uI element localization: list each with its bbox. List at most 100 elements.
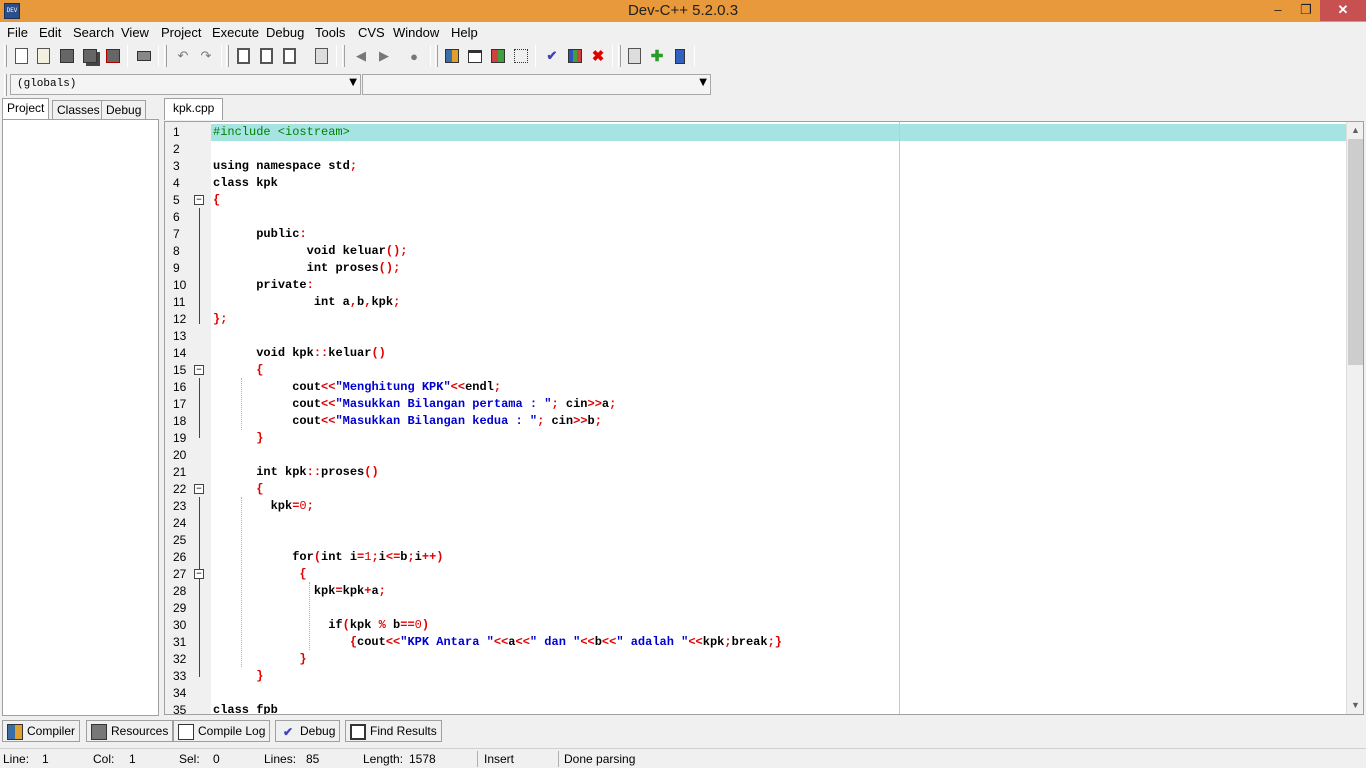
- menu-cvs[interactable]: CVS: [358, 25, 385, 40]
- code-line[interactable]: #include <iostream>: [213, 124, 350, 141]
- code-line[interactable]: class kpk: [213, 175, 278, 192]
- indent-icon[interactable]: ▶: [374, 46, 394, 66]
- code-line[interactable]: kpk=0;: [213, 498, 314, 515]
- open-file-icon[interactable]: [33, 46, 53, 66]
- menu-view[interactable]: View: [121, 25, 149, 40]
- toolbar-grip[interactable]: [164, 45, 167, 67]
- run-icon[interactable]: [565, 46, 585, 66]
- vertical-scrollbar[interactable]: ▲ ▼: [1346, 122, 1363, 714]
- toolbar-grip[interactable]: [435, 45, 438, 67]
- code-line[interactable]: if(kpk % b==0): [213, 617, 429, 634]
- fold-toggle-icon[interactable]: −: [194, 569, 204, 579]
- code-line[interactable]: {: [213, 481, 263, 498]
- fold-toggle-icon[interactable]: −: [194, 365, 204, 375]
- toolbar-grip[interactable]: [226, 45, 229, 67]
- menu-edit[interactable]: Edit: [39, 25, 61, 40]
- code-line[interactable]: };: [213, 311, 227, 328]
- delete-icon[interactable]: ✖: [588, 46, 608, 66]
- tab-find-results[interactable]: Find Results: [345, 720, 442, 742]
- scroll-down-icon[interactable]: ▼: [1347, 697, 1363, 714]
- toolbar-grip[interactable]: [618, 45, 621, 67]
- tab-kpk-cpp[interactable]: kpk.cpp: [164, 98, 224, 120]
- status-mode: Insert: [484, 752, 515, 766]
- scope-combo[interactable]: (globals) ▼: [10, 74, 361, 95]
- redo-icon[interactable]: ↷: [196, 46, 216, 66]
- tab-project[interactable]: Project: [2, 98, 50, 120]
- menu-search[interactable]: Search: [73, 25, 114, 40]
- scroll-thumb[interactable]: [1348, 139, 1363, 365]
- tab-classes[interactable]: Classes: [52, 100, 105, 120]
- close-button[interactable]: ✕: [1320, 0, 1366, 21]
- menu-window[interactable]: Window: [393, 25, 439, 40]
- menu-project[interactable]: Project: [161, 25, 201, 40]
- menu-execute[interactable]: Execute: [212, 25, 259, 40]
- toolbar-grip[interactable]: [342, 45, 345, 67]
- code-line[interactable]: {cout<<"KPK Antara "<<a<<" dan "<<b<<" a…: [213, 634, 782, 651]
- menu-file[interactable]: File: [7, 25, 28, 40]
- add-file-icon[interactable]: ✚: [647, 46, 667, 66]
- print-icon[interactable]: [134, 46, 154, 66]
- tab-compiler[interactable]: Compiler: [2, 720, 81, 742]
- code-line[interactable]: }: [213, 668, 263, 685]
- compile-icon[interactable]: ✔: [542, 46, 562, 66]
- toggle-comment-icon[interactable]: ●: [404, 46, 424, 66]
- tab-debug-output[interactable]: ✔ Debug: [275, 720, 341, 742]
- code-line[interactable]: }: [213, 430, 263, 447]
- new-project-icon[interactable]: [442, 46, 462, 66]
- new-file-icon[interactable]: [11, 46, 31, 66]
- save-all-icon[interactable]: [80, 46, 100, 66]
- undo-icon[interactable]: ↶: [173, 46, 193, 66]
- code-line[interactable]: {: [213, 362, 263, 379]
- show-window-icon[interactable]: [465, 46, 485, 66]
- toolbar-separator: [535, 45, 536, 67]
- code-line[interactable]: using namespace std;: [213, 158, 357, 175]
- minimize-button[interactable]: ‒: [1264, 0, 1292, 21]
- insert-icon[interactable]: [624, 46, 644, 66]
- code-line[interactable]: public:: [213, 226, 306, 243]
- restore-button[interactable]: ❐: [1292, 0, 1320, 21]
- tab-resources[interactable]: Resources: [86, 720, 174, 742]
- code-line[interactable]: for(int i=1;i<=b;i++): [213, 549, 443, 566]
- member-combo[interactable]: ▼: [362, 74, 711, 95]
- class-browser-icon[interactable]: [511, 46, 531, 66]
- code-editor[interactable]: 1 2 3 4 5−6 7 8 9 10 11 12 13 14 15−16 17 18 19 20 21 22−23…: [164, 121, 1364, 715]
- code-line[interactable]: private:: [213, 277, 314, 294]
- save-icon[interactable]: [57, 46, 77, 66]
- code-line[interactable]: cout<<"Menghitung KPK"<<endl;: [213, 379, 501, 396]
- code-line[interactable]: cout<<"Masukkan Bilangan kedua : "; cin>…: [213, 413, 602, 430]
- menu-tools[interactable]: Tools: [315, 25, 345, 40]
- scroll-up-icon[interactable]: ▲: [1347, 122, 1363, 139]
- code-line[interactable]: int proses();: [213, 260, 401, 277]
- code-line[interactable]: void kpk::keluar(): [213, 345, 386, 362]
- fold-toggle-icon[interactable]: −: [194, 484, 204, 494]
- fold-toggle-icon[interactable]: −: [194, 195, 204, 205]
- tab-compile-log[interactable]: Compile Log: [173, 720, 271, 742]
- find-icon[interactable]: [233, 46, 253, 66]
- code-line[interactable]: kpk=kpk+a;: [213, 583, 386, 600]
- chevron-down-icon[interactable]: ▼: [699, 77, 707, 88]
- goto-line-icon[interactable]: [311, 46, 331, 66]
- find-next-icon[interactable]: [279, 46, 299, 66]
- line-number-gutter[interactable]: 1 2 3 4 5−6 7 8 9 10 11 12 13 14 15−16 17 18 19 20 21 22−23…: [165, 122, 211, 714]
- code-line[interactable]: {: [213, 566, 306, 583]
- project-options-icon[interactable]: [488, 46, 508, 66]
- replace-icon[interactable]: [256, 46, 276, 66]
- bookmark-icon[interactable]: [670, 46, 690, 66]
- chevron-down-icon[interactable]: ▼: [349, 77, 357, 88]
- project-panel[interactable]: [2, 119, 159, 716]
- toolbar-grip[interactable]: [4, 74, 7, 96]
- toolbar-grip[interactable]: [4, 45, 7, 67]
- code-line[interactable]: void keluar();: [213, 243, 408, 260]
- code-line[interactable]: }: [213, 651, 306, 668]
- code-line[interactable]: cout<<"Masukkan Bilangan pertama : "; ci…: [213, 396, 616, 413]
- code-line[interactable]: int a,b,kpk;: [213, 294, 400, 311]
- code-line[interactable]: class fpb: [213, 702, 278, 714]
- menu-help[interactable]: Help: [451, 25, 478, 40]
- close-file-icon[interactable]: [103, 46, 123, 66]
- code-area[interactable]: #include <iostream> using namespace std; c…: [211, 122, 1347, 714]
- code-line[interactable]: int kpk::proses(): [213, 464, 378, 481]
- tab-debug[interactable]: Debug: [101, 100, 147, 120]
- code-line[interactable]: {: [213, 192, 220, 209]
- menu-debug[interactable]: Debug: [266, 25, 304, 40]
- unindent-icon[interactable]: ◀: [351, 46, 371, 66]
